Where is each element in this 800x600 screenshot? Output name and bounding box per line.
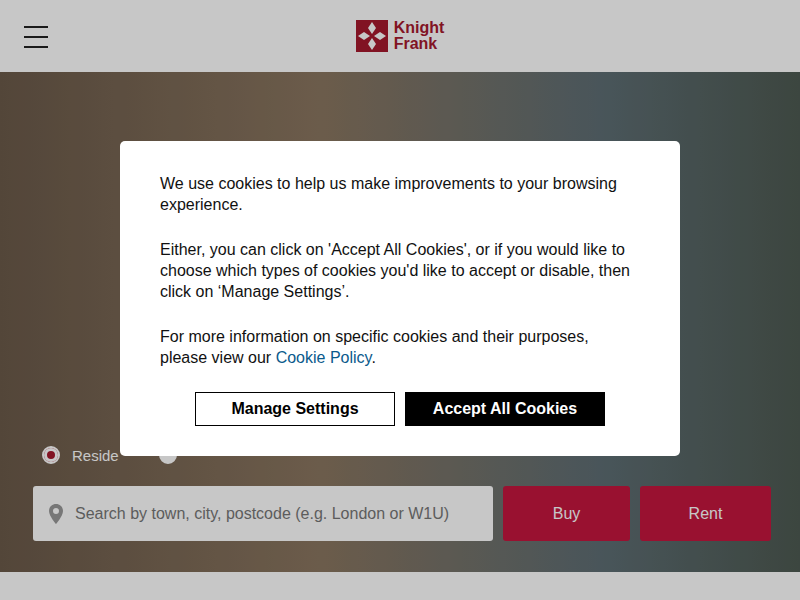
cookie-dialog: We use cookies to help us make improveme… <box>120 141 680 456</box>
cookie-button[interactable]: Accept All Cookies <box>405 392 605 426</box>
cookie-text: For more information on specific cookies… <box>160 326 640 368</box>
cookie-button[interactable]: Manage Settings <box>195 392 395 426</box>
page: Knight Frank Reside Search by town, city… <box>0 0 800 600</box>
cookie-buttons: Manage Settings Accept All Cookies <box>160 392 640 426</box>
cookie-text: Either, you can click on 'Accept All Coo… <box>160 239 640 302</box>
cookie-policy-link[interactable]: Cookie Policy <box>276 349 372 366</box>
cookie-text: We use cookies to help us make improveme… <box>160 173 640 215</box>
